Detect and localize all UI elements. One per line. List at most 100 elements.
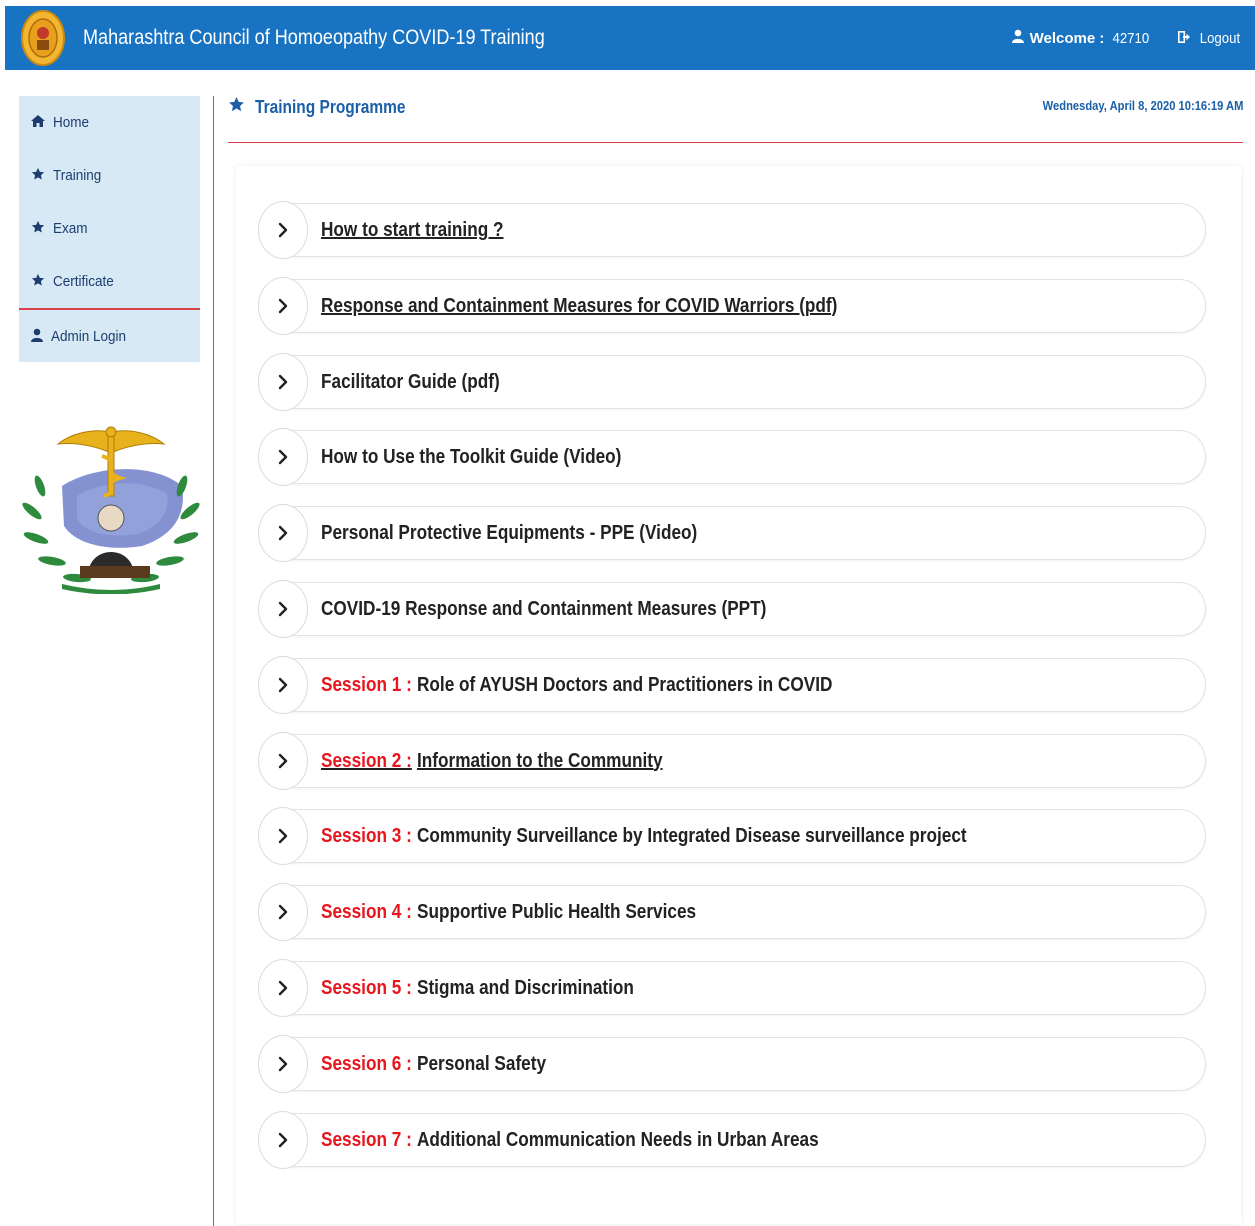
site-title[interactable]: Maharashtra Council of Homoeopathy COVID…: [83, 6, 545, 70]
welcome-label: Welcome :: [1029, 29, 1105, 47]
programme-item-label[interactable]: How to Use the Toolkit Guide (Video): [321, 428, 621, 486]
sidebar-item-label: Home: [53, 114, 90, 131]
programme-item[interactable]: Session 4 : Supportive Public Health Serv…: [258, 883, 1206, 941]
programme-item-title: Information to the Community: [416, 749, 663, 772]
programme-item-title: How to Use the Toolkit Guide (Video): [321, 445, 622, 468]
session-number: Session 7 :: [321, 1128, 412, 1151]
programme-item-title: Response and Containment Measures for CO…: [321, 294, 838, 317]
expand-button[interactable]: [258, 807, 308, 865]
programme-item[interactable]: Response and Containment Measures for CO…: [258, 277, 1206, 335]
sidebar-item-training[interactable]: Training: [19, 149, 200, 202]
sidebar-item-label: Admin Login: [51, 328, 127, 345]
programme-item-label[interactable]: Session 5 : Stigma and Discrimination: [321, 959, 634, 1017]
session-number: Session 5 :: [321, 976, 412, 999]
top-header: Maharashtra Council of Homoeopathy COVID…: [5, 6, 1255, 70]
programme-item-label[interactable]: Session 6 : Personal Safety: [321, 1035, 546, 1093]
session-number: Session 1 :: [321, 673, 412, 696]
council-emblem-image: [22, 426, 200, 595]
session-number: Session 4 :: [321, 900, 412, 923]
expand-button[interactable]: [258, 656, 308, 714]
programme-item[interactable]: Personal Protective Equipments - PPE (Vi…: [258, 504, 1206, 562]
expand-button[interactable]: [258, 1035, 308, 1093]
expand-button[interactable]: [258, 277, 308, 335]
page-title-text: Training Programme: [255, 96, 406, 117]
session-number: Session 6 :: [321, 1052, 412, 1075]
programme-item-label[interactable]: COVID-19 Response and Containment Measur…: [321, 580, 766, 638]
programme-item-label[interactable]: Response and Containment Measures for CO…: [321, 277, 837, 335]
logout-icon: [1178, 30, 1191, 47]
programme-item-title: Additional Communication Needs in Urban …: [416, 1128, 819, 1151]
sidebar-item-certificate[interactable]: Certificate: [19, 255, 200, 308]
programme-item[interactable]: Session 3 : Community Surveillance by Int…: [258, 807, 1206, 865]
user-icon: [1011, 29, 1024, 47]
chevron-right-icon: [278, 753, 288, 769]
expand-button[interactable]: [258, 353, 308, 411]
programme-item[interactable]: Session 6 : Personal Safety: [258, 1035, 1206, 1093]
expand-button[interactable]: [258, 580, 308, 638]
programme-item-label[interactable]: Session 3 : Community Surveillance by Int…: [321, 807, 967, 865]
home-icon: [31, 114, 45, 131]
programme-item-title: Personal Safety: [416, 1052, 547, 1075]
programme-item-label[interactable]: Personal Protective Equipments - PPE (Vi…: [321, 504, 697, 562]
sidebar-item-exam[interactable]: Exam: [19, 202, 200, 255]
programme-item-label[interactable]: Session 2 : Information to the Community: [321, 732, 663, 790]
chevron-right-icon: [278, 374, 288, 390]
expand-button[interactable]: [258, 883, 308, 941]
session-number: Session 3 :: [321, 824, 412, 847]
logout-link[interactable]: Logout: [1178, 30, 1243, 47]
programme-item-label[interactable]: Facilitator Guide (pdf): [321, 353, 500, 411]
programme-item[interactable]: Session 7 : Additional Communication Need…: [258, 1111, 1206, 1169]
star-icon: [31, 220, 45, 238]
programme-item[interactable]: Facilitator Guide (pdf): [258, 353, 1206, 411]
chevron-right-icon: [278, 904, 288, 920]
programme-item[interactable]: Session 5 : Stigma and Discrimination: [258, 959, 1206, 1017]
expand-button[interactable]: [258, 1111, 308, 1169]
heading-divider: [228, 142, 1243, 143]
sidebar-nav: Home Training Exam Certificate Admin Log…: [19, 96, 200, 362]
chevron-right-icon: [278, 1132, 288, 1148]
expand-button[interactable]: [258, 959, 308, 1017]
welcome-user-id: 42710: [1112, 29, 1150, 47]
expand-button[interactable]: [258, 201, 308, 259]
programme-item[interactable]: COVID-19 Response and Containment Measur…: [258, 580, 1206, 638]
page-title: Training Programme: [228, 96, 430, 118]
programme-item[interactable]: Session 1 : Role of AYUSH Doctors and Pra…: [258, 656, 1206, 714]
user-icon: [31, 328, 43, 346]
sidebar-item-label: Certificate: [53, 273, 114, 290]
sidebar-item-label: Training: [53, 167, 102, 184]
programme-item-title: Facilitator Guide (pdf): [321, 370, 500, 393]
programme-item[interactable]: How to Use the Toolkit Guide (Video): [258, 428, 1206, 486]
chevron-right-icon: [278, 449, 288, 465]
programme-item-label[interactable]: Session 7 : Additional Communication Need…: [321, 1111, 819, 1169]
programme-item-label[interactable]: Session 4 : Supportive Public Health Serv…: [321, 883, 696, 941]
chevron-right-icon: [278, 298, 288, 314]
session-number: Session 2 :: [321, 749, 412, 772]
current-datetime: Wednesday, April 8, 2020 10:16:19 AM: [1042, 98, 1243, 113]
content-separator: [213, 96, 214, 1226]
programme-item[interactable]: Session 2 : Information to the Community: [258, 732, 1206, 790]
chevron-right-icon: [278, 980, 288, 996]
programme-item-label[interactable]: Session 1 : Role of AYUSH Doctors and Pra…: [321, 656, 832, 714]
sidebar-item-admin-login[interactable]: Admin Login: [19, 310, 200, 363]
sidebar-item-home[interactable]: Home: [19, 96, 200, 149]
page-heading: Training Programme Wednesday, April 8, 2…: [228, 94, 1243, 144]
programme-item-title: COVID-19 Response and Containment Measur…: [321, 597, 767, 620]
star-icon: [31, 167, 45, 185]
chevron-right-icon: [278, 525, 288, 541]
expand-button[interactable]: [258, 732, 308, 790]
programme-item-title: Personal Protective Equipments - PPE (Vi…: [321, 521, 698, 544]
council-logo[interactable]: [21, 8, 65, 68]
logout-label: Logout: [1199, 29, 1241, 47]
star-icon: [228, 96, 245, 118]
chevron-right-icon: [278, 1056, 288, 1072]
star-icon: [31, 273, 45, 291]
chevron-right-icon: [278, 601, 288, 617]
chevron-right-icon: [278, 677, 288, 693]
expand-button[interactable]: [258, 428, 308, 486]
chevron-right-icon: [278, 222, 288, 238]
programme-item-label[interactable]: How to start training ?: [321, 201, 504, 259]
chevron-right-icon: [278, 828, 288, 844]
welcome-info: Welcome : 42710: [1011, 29, 1152, 47]
programme-item[interactable]: How to start training ?: [258, 201, 1206, 259]
expand-button[interactable]: [258, 504, 308, 562]
